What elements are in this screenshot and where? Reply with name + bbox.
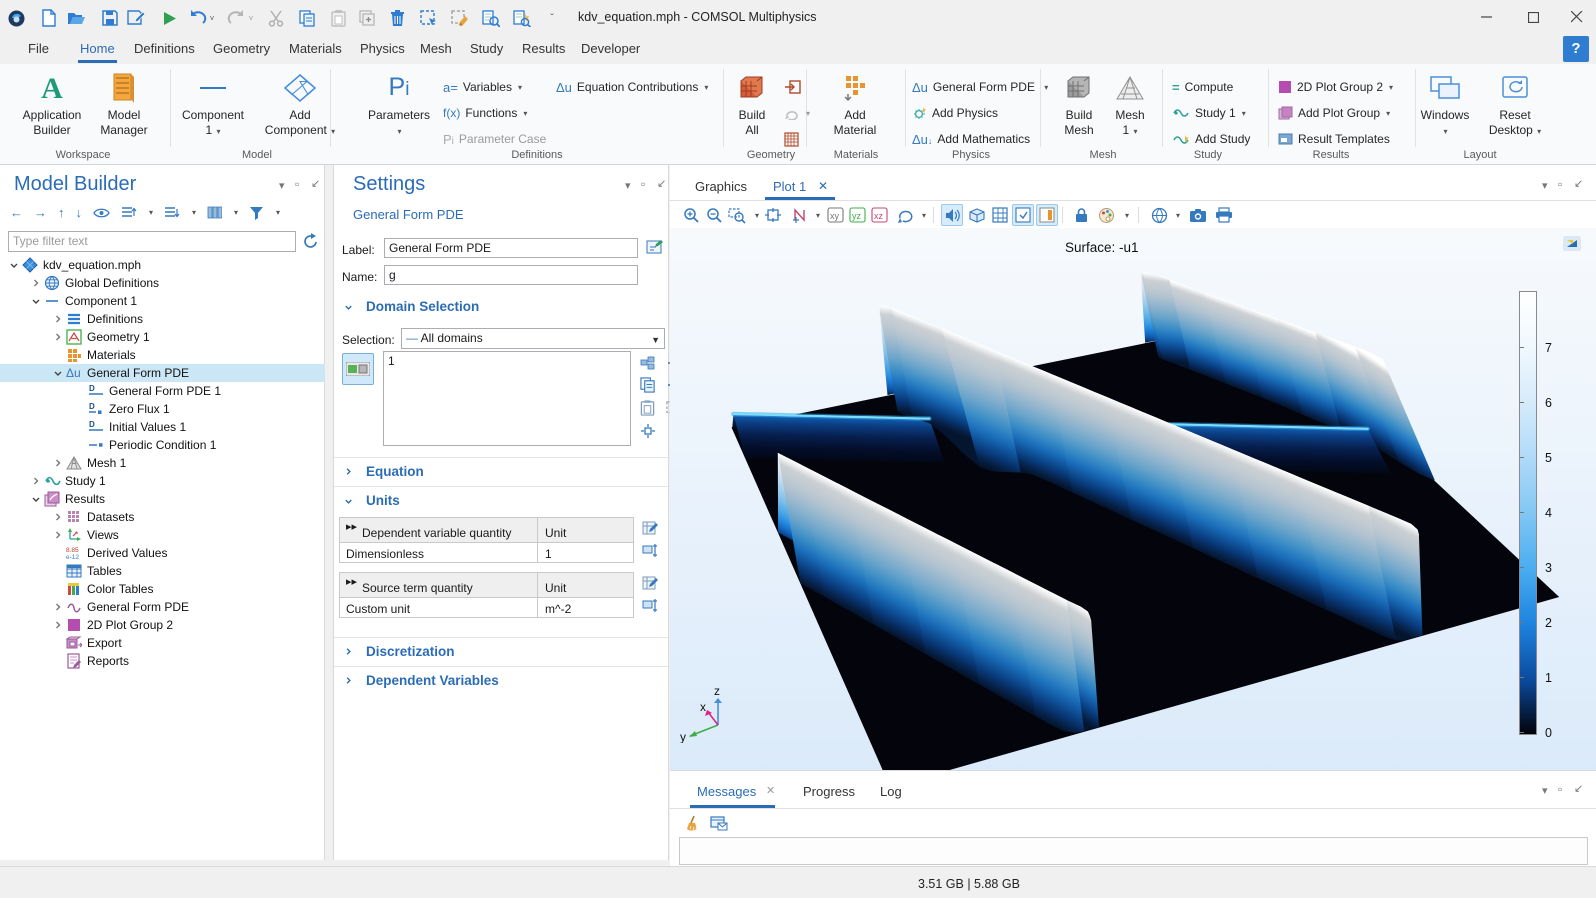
- svg-text:D: D: [89, 402, 95, 411]
- svg-text:8.85: 8.85: [66, 547, 79, 554]
- svg-text:xz: xz: [874, 211, 884, 221]
- svg-text:xy: xy: [830, 211, 840, 221]
- svg-text:y: y: [680, 730, 686, 743]
- svg-text:z: z: [714, 684, 720, 698]
- svg-text:D: D: [89, 384, 95, 393]
- svg-text:x: x: [700, 700, 706, 714]
- svg-text:e-12: e-12: [66, 554, 79, 561]
- svg-text:yz: yz: [852, 211, 862, 221]
- svg-text:D: D: [89, 420, 95, 429]
- svg-text:Δu: Δu: [66, 366, 81, 380]
